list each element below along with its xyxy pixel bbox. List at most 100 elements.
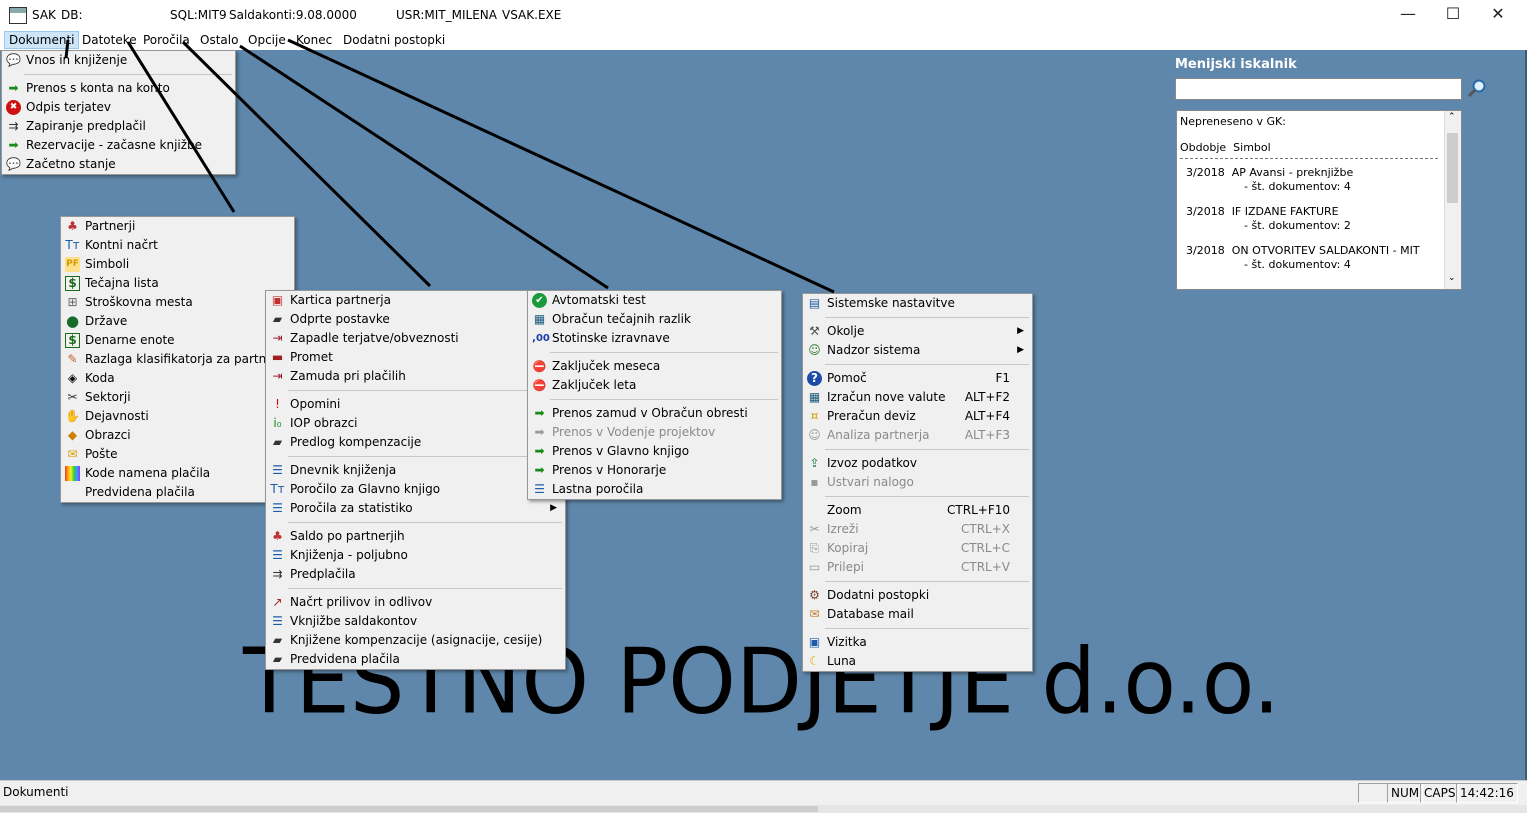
ostalo-item[interactable]: ⛔ Zaključek meseca bbox=[528, 357, 781, 376]
datoteke-menu: ♣ Partnerji Tт Kontni načrt PF Simboli $ Tečajn… bbox=[60, 216, 295, 503]
ostalo-item[interactable]: ➡ Prenos v Glavno knjigo bbox=[528, 442, 781, 461]
opcije-item[interactable]: ☺ Analiza partnerja ALT+F3 bbox=[803, 426, 1032, 445]
menu-item-label: Promet bbox=[290, 350, 333, 364]
menu-item-label: Zaključek leta bbox=[552, 378, 637, 392]
menu-item-label: Zapiranje predplačil bbox=[26, 119, 146, 133]
minimize-button[interactable]: — bbox=[1385, 3, 1431, 27]
opcije-item[interactable]: ¤ Preračun deviz ALT+F4 bbox=[803, 407, 1032, 426]
opcije-item[interactable]: ⇪ Izvoz podatkov bbox=[803, 454, 1032, 473]
ostalo-item[interactable]: ✔ Avtomatski test bbox=[528, 291, 781, 310]
horizontal-scrollbar[interactable] bbox=[0, 805, 1527, 813]
datoteke-item[interactable]: Tт Kontni načrt bbox=[61, 236, 294, 255]
menu-item-label: Sektorji bbox=[85, 390, 131, 404]
opcije-item[interactable]: ☺ Nadzor sistema ▶ bbox=[803, 341, 1032, 360]
porocila-item[interactable]: ☰ Knjiženja - poljubno bbox=[266, 546, 565, 565]
ostalo-item[interactable]: ➡ Prenos v Honorarje bbox=[528, 461, 781, 480]
porocila-item[interactable]: ⇥ Zamuda pri plačilih bbox=[266, 367, 565, 386]
search-icon[interactable] bbox=[1467, 78, 1487, 98]
notes-scrollbar[interactable]: ⌃ ⌄ bbox=[1444, 111, 1461, 289]
opcije-item[interactable]: ☾ Luna bbox=[803, 652, 1032, 671]
scrollbar-thumb[interactable] bbox=[0, 806, 818, 812]
opcije-item[interactable]: ▣ Vizitka bbox=[803, 633, 1032, 652]
opcije-item[interactable]: ▭ Prilepi CTRL+V bbox=[803, 558, 1032, 577]
opcije-item[interactable]: ⚒ Okolje ▶ bbox=[803, 322, 1032, 341]
datoteke-item[interactable]: $ Tečajna lista bbox=[61, 274, 294, 293]
porocila-item[interactable]: i₀ IOP obrazci bbox=[266, 414, 565, 433]
dokumenti-item[interactable]: 💬 Začetno stanje bbox=[2, 155, 235, 174]
ostalo-item[interactable]: ,00 Stotinske izravnave bbox=[528, 329, 781, 348]
porocila-item[interactable]: ♣ Saldo po partnerjih bbox=[266, 527, 565, 546]
ostalo-item[interactable]: ☰ Lastna poročila bbox=[528, 480, 781, 499]
datoteke-item[interactable]: $ Denarne enote bbox=[61, 331, 294, 350]
opcije-item[interactable]: ▦ Izračun nove valute ALT+F2 bbox=[803, 388, 1032, 407]
dokumenti-item[interactable]: 💬 Vnos in knjiženje bbox=[2, 51, 235, 70]
opcije-item[interactable]: ? Pomoč F1 bbox=[803, 369, 1032, 388]
check-icon: ✔ bbox=[532, 293, 547, 308]
opcije-item[interactable]: Zoom CTRL+F10 bbox=[803, 501, 1032, 520]
scroll-up-icon[interactable]: ⌃ bbox=[1448, 112, 1456, 122]
scrollbar-thumb[interactable] bbox=[1447, 133, 1458, 203]
porocila-item[interactable]: ⇥ Zapadle terjatve/obveznosti bbox=[266, 329, 565, 348]
opcije-item[interactable]: ⎘ Kopiraj CTRL+C bbox=[803, 539, 1032, 558]
porocila-item[interactable]: ! Opomini bbox=[266, 395, 565, 414]
menu-item-label: Pomoč bbox=[827, 371, 867, 385]
calc-icon: ▦ bbox=[808, 390, 821, 404]
porocila-item[interactable]: ☰ Dnevnik knjiženja bbox=[266, 461, 565, 480]
porocila-item[interactable]: ▬ Promet bbox=[266, 348, 565, 367]
shortcut-label: CTRL+V bbox=[961, 560, 1010, 574]
menu-dokumenti[interactable]: Dokumenti bbox=[4, 31, 80, 49]
datoteke-item[interactable]: ✂ Sektorji bbox=[61, 388, 294, 407]
dokumenti-item[interactable]: ➡ Rezervacije - začasne knjižbe bbox=[2, 136, 235, 155]
porocila-item[interactable]: ☰ Vknjižbe saldakontov bbox=[266, 612, 565, 631]
porocila-item[interactable]: ▰ Predvidena plačila bbox=[266, 650, 565, 669]
datoteke-item[interactable]: ✎ Razlaga klasifikatorja za partnerja bbox=[61, 350, 294, 369]
menu-datoteke[interactable]: Datoteke bbox=[82, 33, 137, 47]
opcije-item[interactable]: ⚙ Dodatni postopki bbox=[803, 586, 1032, 605]
close-button[interactable]: ✕ bbox=[1475, 3, 1521, 27]
porocila-item[interactable]: ▰ Predlog kompenzacije bbox=[266, 433, 565, 452]
datoteke-item[interactable]: ● Države bbox=[61, 312, 294, 331]
opcije-item[interactable]: ▤ Sistemske nastavitve bbox=[803, 294, 1032, 313]
porocila-item[interactable]: ▰ Knjižene kompenzacije (asignacije, cesi… bbox=[266, 631, 565, 650]
dollar-icon: $ bbox=[65, 333, 80, 348]
finder-search-input[interactable] bbox=[1175, 78, 1462, 100]
menu-item-label: Pošte bbox=[85, 447, 118, 461]
datoteke-item[interactable]: ◆ Obrazci bbox=[61, 426, 294, 445]
porocila-item[interactable]: Tт Poročilo za Glavno knjigo bbox=[266, 480, 565, 499]
dokumenti-item[interactable]: ⇉ Zapiranje predplačil bbox=[2, 117, 235, 136]
menu-opcije[interactable]: Opcije bbox=[248, 33, 286, 47]
dokumenti-item[interactable]: ➡ Prenos s konta na konto bbox=[2, 79, 235, 98]
porocila-item[interactable]: ⇉ Predplačila bbox=[266, 565, 565, 584]
porocila-item[interactable]: ↗ Načrt prilivov in odlivov bbox=[266, 593, 565, 612]
datoteke-item[interactable]: ⊞ Stroškovna mesta bbox=[61, 293, 294, 312]
datoteke-item[interactable]: ♣ Partnerji bbox=[61, 217, 294, 236]
porocila-item[interactable]: ▰ Odprte postavke bbox=[266, 310, 565, 329]
opcije-item[interactable]: ✉ Database mail bbox=[803, 605, 1032, 624]
datoteke-item[interactable]: ✉ Pošte bbox=[61, 445, 294, 464]
ostalo-item[interactable]: ⛔ Zaključek leta bbox=[528, 376, 781, 395]
opcije-item[interactable]: ▪ Ustvari nalogo bbox=[803, 473, 1032, 492]
datoteke-item[interactable]: PF Simboli bbox=[61, 255, 294, 274]
datoteke-item[interactable]: ◈ Koda bbox=[61, 369, 294, 388]
ostalo-item[interactable]: ➡ Prenos v Vodenje projektov bbox=[528, 423, 781, 442]
datoteke-item[interactable]: Predvidena plačila bbox=[61, 483, 294, 502]
ostalo-item[interactable]: ▦ Obračun tečajnih razlik bbox=[528, 310, 781, 329]
porocila-item[interactable]: ▣ Kartica partnerja bbox=[266, 291, 565, 310]
maximize-button[interactable]: ☐ bbox=[1430, 3, 1476, 27]
datoteke-item[interactable]: Kode namena plačila bbox=[61, 464, 294, 483]
opcije-item[interactable]: ✂ Izreži CTRL+X bbox=[803, 520, 1032, 539]
datoteke-item[interactable]: ✋ Dejavnosti bbox=[61, 407, 294, 426]
menu-dodatni-postopki[interactable]: Dodatni postopki bbox=[343, 33, 445, 47]
stop-icon: ⛔ bbox=[532, 360, 547, 373]
menu-item-label: Vknjižbe saldakontov bbox=[290, 614, 418, 628]
dokumenti-item[interactable]: ✖ Odpis terjatev bbox=[2, 98, 235, 117]
menu-item-label: Analiza partnerja bbox=[827, 428, 930, 442]
menu-ostalo[interactable]: Ostalo bbox=[200, 33, 238, 47]
menu-item-label: Stotinske izravnave bbox=[552, 331, 670, 345]
porocila-item[interactable]: ☰ Poročila za statistiko ▶ bbox=[266, 499, 565, 518]
status-text: Dokumenti bbox=[3, 785, 69, 799]
menu-porocila[interactable]: Poročila bbox=[143, 33, 190, 47]
ostalo-item[interactable]: ➡ Prenos zamud v Obračun obresti bbox=[528, 404, 781, 423]
scroll-down-icon[interactable]: ⌄ bbox=[1448, 273, 1456, 283]
menu-konec[interactable]: Konec bbox=[296, 33, 332, 47]
